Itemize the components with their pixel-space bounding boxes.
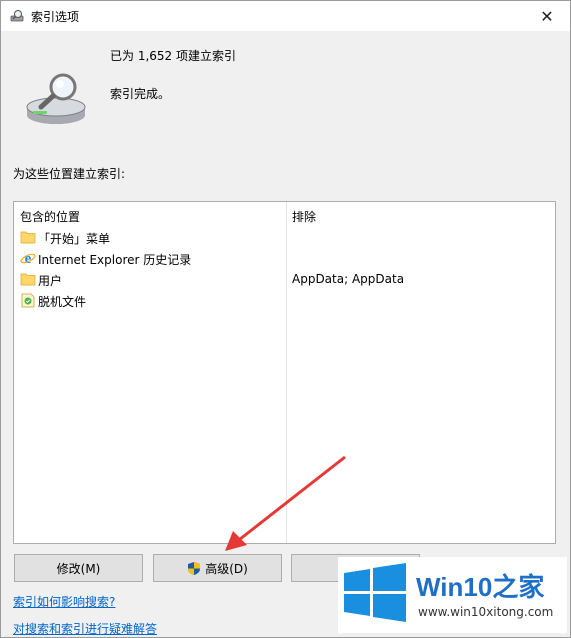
watermark-url: www.win10xitong.com	[418, 605, 554, 619]
advanced-button-label: 高级(D)	[205, 561, 248, 576]
modify-button[interactable]: 修改(M)	[14, 554, 143, 582]
close-window-button[interactable]: ✕	[524, 1, 570, 31]
svg-text:e: e	[25, 251, 32, 266]
location-name: 「开始」菜单	[38, 232, 111, 246]
window-title: 索引选项	[31, 10, 80, 24]
windows-logo-icon	[344, 563, 406, 622]
ie-icon: e	[20, 251, 36, 266]
modify-button-label: 修改(M)	[56, 561, 101, 576]
table-row[interactable]: e Internet Explorer 历史记录	[14, 248, 555, 269]
location-name: Internet Explorer 历史记录	[38, 253, 192, 267]
folder-icon	[20, 231, 36, 244]
indexing-options-dialog: 索引选项 ✕ 已为 1,652 项建立索引 索引完成。 为这些位置建立索引: 包…	[0, 0, 571, 638]
annotation-arrow	[225, 455, 346, 551]
watermark-brand: Win10之家	[416, 567, 544, 604]
table-row[interactable]: 脱机文件	[14, 290, 555, 311]
close-icon: ✕	[540, 6, 554, 26]
column-header-excluded[interactable]: 排除	[292, 208, 316, 225]
location-exclude: AppData; AppData	[292, 272, 405, 286]
table-row[interactable]: 「开始」菜单	[14, 227, 555, 248]
indexing-app-icon	[10, 10, 24, 22]
uac-shield-icon	[188, 561, 201, 575]
location-name: 用户	[38, 274, 63, 288]
title-bar: 索引选项 ✕	[1, 1, 570, 31]
indexing-status-text: 索引完成。	[110, 87, 171, 101]
how-indexing-affects-search-link[interactable]: 索引如何影响搜索?	[13, 593, 115, 610]
indexed-count-text: 已为 1,652 项建立索引	[110, 49, 236, 63]
location-name: 脱机文件	[38, 295, 87, 309]
watermark-brand-b: 之家	[492, 572, 545, 602]
troubleshoot-indexing-link[interactable]: 对搜索和索引进行疑难解答	[13, 620, 157, 637]
advanced-button[interactable]: 高级(D)	[153, 554, 282, 582]
watermark: Win10之家 www.win10xitong.com	[338, 557, 567, 633]
folder-icon	[20, 273, 36, 286]
column-header-included[interactable]: 包含的位置	[20, 208, 80, 225]
table-row[interactable]: 用户 AppData; AppData	[14, 269, 555, 290]
offline-files-icon	[21, 293, 35, 308]
watermark-brand-a: Win10	[416, 572, 493, 602]
indexing-drive-icon	[26, 73, 86, 124]
locations-section-label: 为这些位置建立索引:	[13, 167, 126, 181]
